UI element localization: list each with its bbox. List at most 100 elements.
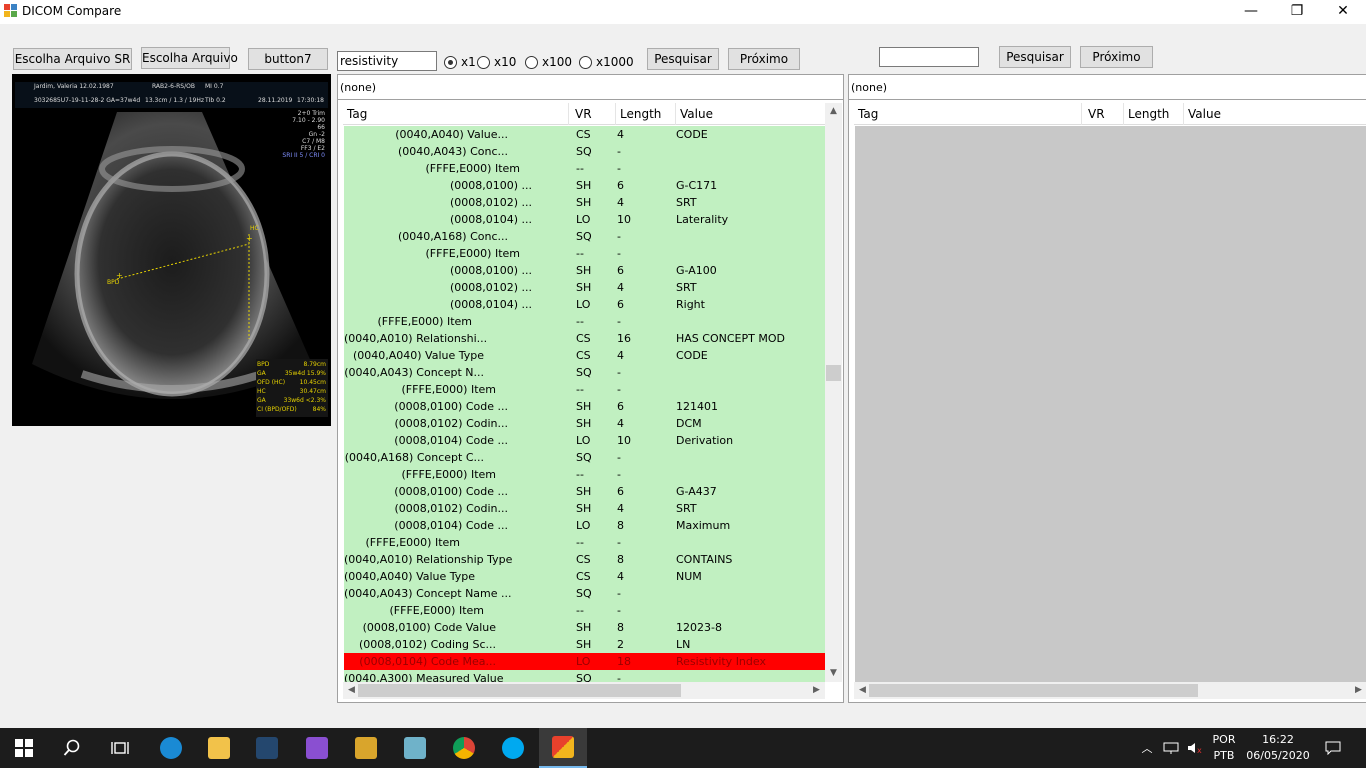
next-left-button[interactable]: Próximo <box>728 48 800 70</box>
taskbar-ie[interactable] <box>147 728 195 768</box>
taskbar-tool[interactable] <box>342 728 390 768</box>
scroll-right-arrow[interactable]: ▶ <box>1350 682 1366 699</box>
right-col-tag[interactable]: Tag <box>854 103 1082 125</box>
left-col-value[interactable]: Value <box>676 103 825 125</box>
table-row[interactable]: (0040,A010) Relationshi... CS 16 HAS CONCEP… <box>344 330 825 347</box>
left-horizontal-scroll-thumb[interactable] <box>358 684 681 697</box>
table-row[interactable]: (0008,0102) Codin... SH 4 DCM <box>344 415 825 432</box>
row-tag: (FFFE,E000) Item <box>377 315 473 328</box>
table-row[interactable]: (0008,0102) ... SH 4 SRT <box>344 279 825 296</box>
show-hidden-icons[interactable]: ︿ <box>1138 728 1156 768</box>
taskbar: ︿ x POR PTB 16:22 06/05/2020 <box>0 728 1366 768</box>
row-tag: (0040,A300) Measured Value <box>344 672 504 682</box>
table-row[interactable]: (0008,0104) Code ... LO 10 Derivation <box>344 432 825 449</box>
table-row[interactable]: (FFFE,E000) Item -- - <box>344 466 825 483</box>
search-right-input[interactable] <box>879 47 979 67</box>
search-right-button[interactable]: Pesquisar <box>999 46 1071 68</box>
table-row[interactable]: (FFFE,E000) Item -- - <box>344 313 825 330</box>
next-right-button[interactable]: Próximo <box>1080 46 1153 68</box>
table-row[interactable]: (0040,A010) Relationship Type CS 8 CONTAINS <box>344 551 825 568</box>
left-vertical-scroll-thumb[interactable] <box>826 365 841 381</box>
choose-file-button[interactable]: Escolha Arquivo <box>141 47 238 69</box>
table-row[interactable]: (0008,0102) ... SH 4 SRT <box>344 194 825 211</box>
search-left-button[interactable]: Pesquisar <box>647 48 719 70</box>
row-value: G-A100 <box>676 264 717 277</box>
row-vr: -- <box>576 162 584 175</box>
table-row[interactable]: (0008,0104) ... LO 10 Laterality <box>344 211 825 228</box>
table-row[interactable]: (0040,A043) Concept N... SQ - <box>344 364 825 381</box>
table-row[interactable]: (0008,0100) Code Value SH 8 12023-8 <box>344 619 825 636</box>
table-row[interactable]: (0040,A043) Conc... SQ - <box>344 143 825 160</box>
table-row[interactable]: (0008,0104) ... LO 6 Right <box>344 296 825 313</box>
windows-icon <box>15 739 33 757</box>
taskbar-explorer[interactable] <box>195 728 243 768</box>
table-row[interactable]: (FFFE,E000) Item -- - <box>344 381 825 398</box>
table-row[interactable]: (0040,A043) Concept Name ... SQ - <box>344 585 825 602</box>
volume-muted-icon[interactable]: x <box>1184 728 1206 768</box>
notifications-button[interactable] <box>1318 728 1348 768</box>
table-row[interactable]: (FFFE,E000) Item -- - <box>344 534 825 551</box>
us-marker-bpd: BPD <box>107 279 120 286</box>
table-row[interactable]: (0008,0104) Code Mea... LO 18 Resistivity I… <box>344 653 825 670</box>
us-side-label-0: 2+0 Trim <box>297 110 325 117</box>
table-row[interactable]: (FFFE,E000) Item -- - <box>344 160 825 177</box>
left-vertical-scrollbar[interactable]: ▲ ▼ <box>825 103 842 682</box>
scroll-right-arrow[interactable]: ▶ <box>808 682 825 699</box>
search-icon <box>63 739 80 756</box>
table-row[interactable]: (0040,A300) Measured Value SQ - <box>344 670 825 682</box>
table-row[interactable]: (0008,0100) Code ... SH 6 121401 <box>344 398 825 415</box>
radio-x100[interactable]: x100 <box>525 54 572 70</box>
left-col-length[interactable]: Length <box>616 103 676 125</box>
left-col-tag[interactable]: Tag <box>343 103 569 125</box>
right-col-value[interactable]: Value <box>1184 103 1366 125</box>
taskbar-skype[interactable] <box>489 728 537 768</box>
right-horizontal-scroll-thumb[interactable] <box>869 684 1198 697</box>
radio-x1[interactable]: x1 <box>444 54 476 70</box>
table-row[interactable]: (0040,A168) Conc... SQ - <box>344 228 825 245</box>
table-row[interactable]: (0008,0102) Codin... SH 4 SRT <box>344 500 825 517</box>
radio-x1000[interactable]: x1000 <box>579 54 634 70</box>
choose-sr-file-button[interactable]: Escolha Arquivo SR <box>13 48 132 70</box>
right-horizontal-scrollbar[interactable]: ◀ ▶ <box>854 682 1366 699</box>
table-row[interactable]: (FFFE,E000) Item -- - <box>344 245 825 262</box>
task-view-button[interactable] <box>96 728 144 768</box>
right-col-vr[interactable]: VR <box>1084 103 1124 125</box>
us-meas-value-5: 84% <box>312 406 326 413</box>
taskbar-app-dicom[interactable] <box>243 728 291 768</box>
row-value: Resistivity Index <box>676 655 766 668</box>
left-horizontal-scrollbar[interactable]: ◀ ▶ <box>343 682 825 699</box>
ultrasound-image: + + Jardim, Valeria 12.02.1987 RAB2-6-RS… <box>12 74 331 426</box>
scroll-up-arrow[interactable]: ▲ <box>825 103 842 120</box>
row-value: Derivation <box>676 434 734 447</box>
minimize-button[interactable]: — <box>1228 0 1274 24</box>
scroll-down-arrow[interactable]: ▼ <box>825 665 842 682</box>
close-button[interactable]: ✕ <box>1320 0 1366 24</box>
maximize-button[interactable]: ❐ <box>1274 0 1320 24</box>
table-row[interactable]: (0040,A040) Value... CS 4 CODE <box>344 126 825 143</box>
table-row[interactable]: (0008,0102) Coding Sc... SH 2 LN <box>344 636 825 653</box>
button7[interactable]: button7 <box>248 48 328 70</box>
start-button[interactable] <box>0 728 48 768</box>
row-length: 4 <box>617 128 624 141</box>
right-dicom-panel: (none) Tag VR Length Value ◀ ▶ <box>848 74 1366 703</box>
search-taskbar-button[interactable] <box>48 728 96 768</box>
right-col-length[interactable]: Length <box>1124 103 1184 125</box>
language-indicator[interactable]: POR PTB <box>1208 728 1240 768</box>
table-row[interactable]: (0040,A040) Value Type CS 4 NUM <box>344 568 825 585</box>
table-row[interactable]: (0040,A168) Concept C... SQ - <box>344 449 825 466</box>
table-row[interactable]: (FFFE,E000) Item -- - <box>344 602 825 619</box>
table-row[interactable]: (0008,0100) ... SH 6 G-C171 <box>344 177 825 194</box>
table-row[interactable]: (0008,0104) Code ... LO 8 Maximum <box>344 517 825 534</box>
taskbar-visual-studio[interactable] <box>293 728 341 768</box>
network-icon[interactable] <box>1160 728 1182 768</box>
table-row[interactable]: (0008,0100) ... SH 6 G-A100 <box>344 262 825 279</box>
taskbar-chrome[interactable] <box>440 728 488 768</box>
radio-x10[interactable]: x10 <box>477 54 516 70</box>
search-left-input[interactable]: resistivity <box>337 51 437 71</box>
table-row[interactable]: (0040,A040) Value Type CS 4 CODE <box>344 347 825 364</box>
table-row[interactable]: (0008,0100) Code ... SH 6 G-A437 <box>344 483 825 500</box>
clock[interactable]: 16:22 06/05/2020 <box>1244 728 1312 768</box>
taskbar-dicom-compare[interactable] <box>539 728 587 768</box>
taskbar-notebook[interactable] <box>391 728 439 768</box>
left-col-vr[interactable]: VR <box>571 103 616 125</box>
